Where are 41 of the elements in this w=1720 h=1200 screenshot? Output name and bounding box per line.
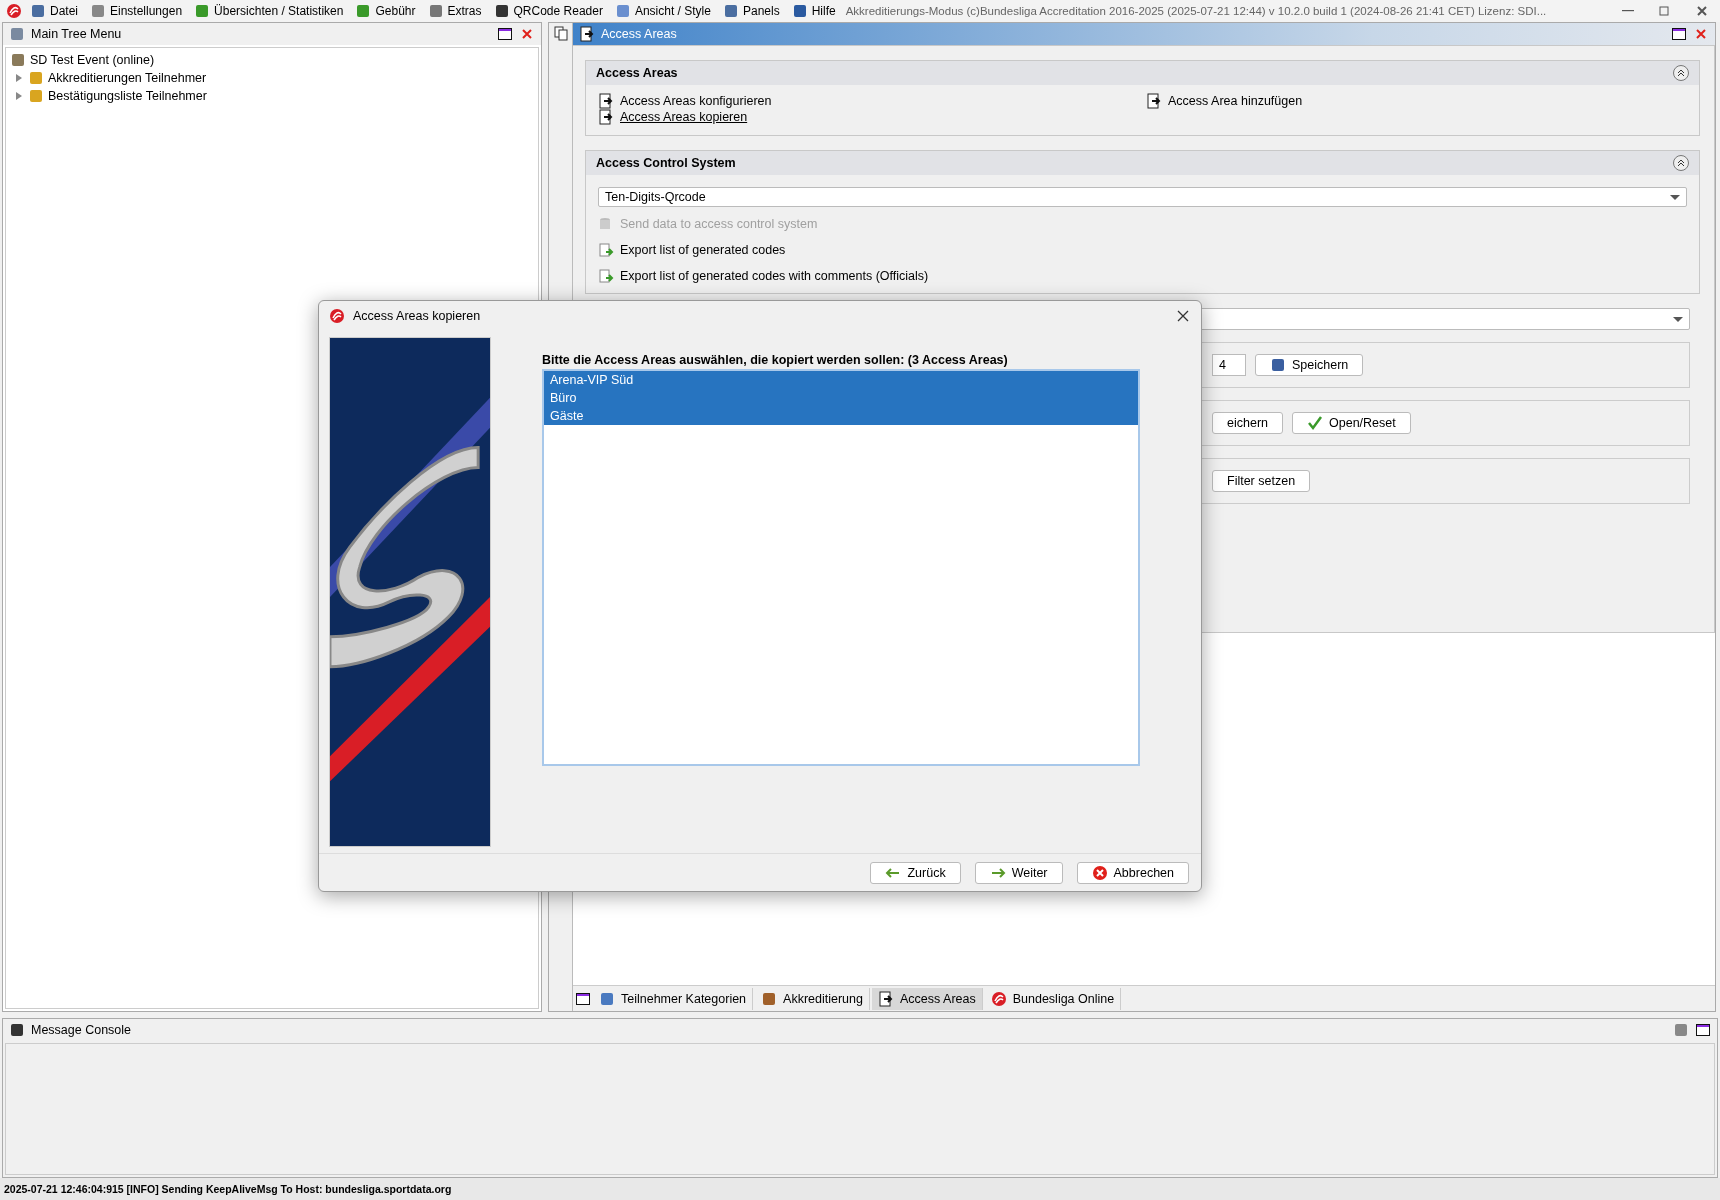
window-title: Akkreditierungs-Modus (c)Bundesliga Accreditation 2016-2025 (2025-07-21 12:44) v 10.2.0 build 1 (2024-08-26 21:41 CET) Lizenz: SDI... [845, 5, 1548, 17]
tree-item[interactable]: Akkreditierungen Teilnehmer [10, 69, 534, 87]
status-bar: 2025-07-21 12:46:04:915 [INFO] Sending KeepAliveMsg To Host: bundesliga.sportdata.org [0, 1178, 1720, 1200]
menu-item[interactable]: Panels [718, 0, 784, 22]
dropdown[interactable]: Ten-Digits-Qrcode [598, 187, 1687, 207]
link[interactable]: Access Areas kopieren [598, 109, 1146, 125]
link[interactable]: Access Area hinzufügen [1146, 93, 1687, 109]
link[interactable]: Access Areas konfigurieren [598, 93, 1146, 109]
menu-item[interactable]: Einstellungen [86, 0, 187, 22]
section-header: Access Control System [586, 151, 1699, 175]
tree-item[interactable]: SD Test Event (online) [10, 51, 534, 69]
action-link[interactable]: Export list of generated codes with comments (Officials) [598, 267, 1687, 285]
tab[interactable]: Access Areas [872, 987, 983, 1010]
panel-header: Main Tree Menu [3, 23, 541, 45]
action-button[interactable]: Speichern [1255, 354, 1364, 376]
tab[interactable]: Teilnehmer Kategorien [593, 987, 754, 1010]
back-button[interactable]: Zurück [870, 861, 961, 884]
panel-header: Access Areas [573, 23, 1715, 45]
next-button[interactable]: Weiter [974, 861, 1063, 884]
section-header: Access Areas [586, 61, 1699, 85]
dialog-title: Access Areas kopieren [353, 309, 481, 323]
action-button[interactable]: eichern [1212, 412, 1283, 434]
action-button[interactable]: Filter setzen [1212, 470, 1311, 492]
input-field[interactable]: 4 [1212, 354, 1246, 376]
instruction-text: Bitte die Access Areas auswählen, die kopiert werden sollen: (3 Access Areas) [542, 353, 1009, 367]
tree-item[interactable]: Bestätigungsliste Teilnehmer [10, 87, 534, 105]
action-link[interactable]: Export list of generated codes [598, 241, 1687, 259]
menu-item[interactable]: QRCode Reader [489, 0, 607, 22]
menu-item[interactable]: Ansicht / Style [610, 0, 715, 22]
list-item[interactable]: Arena-VIP Süd [544, 371, 1138, 389]
menu-item[interactable]: Extras [423, 0, 486, 22]
menu-item[interactable]: Übersichten / Statistiken [190, 0, 348, 22]
menu-item[interactable]: Gebühr [351, 0, 420, 22]
menu-item[interactable]: Datei [26, 0, 82, 22]
list-item[interactable]: Gäste [544, 407, 1138, 425]
tab[interactable]: Bundesliga Online [984, 987, 1122, 1010]
cancel-button[interactable]: Abbrechen [1076, 861, 1189, 884]
menu-item[interactable]: Hilfe [787, 0, 840, 22]
list-item[interactable]: Büro [544, 389, 1138, 407]
tab[interactable]: Akkreditierung [755, 987, 870, 1010]
action-button[interactable]: Open/Reset [1292, 412, 1411, 434]
